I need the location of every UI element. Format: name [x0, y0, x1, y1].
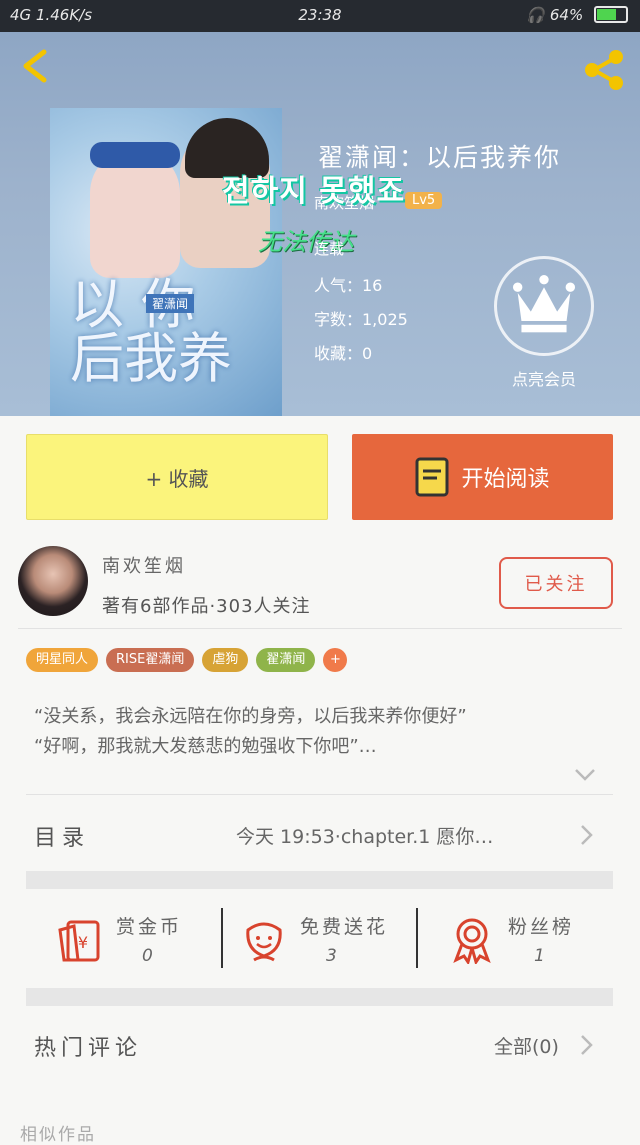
chevron-down-icon[interactable]	[574, 768, 596, 782]
book-header: 以 你 后我养 翟潇闻 翟潇闻：以后我养你 南欢笙烟 Lv5 전하지 못했죠 无…	[0, 32, 640, 416]
book-icon	[415, 457, 449, 497]
start-reading-button[interactable]: 开始阅读	[352, 434, 613, 520]
divider	[26, 794, 613, 795]
toc-label[interactable]: 目录	[34, 820, 90, 852]
start-reading-label: 开始阅读	[461, 467, 550, 492]
stat-divider	[221, 908, 223, 968]
medal-icon	[453, 918, 491, 964]
favorite-button[interactable]: + 收藏	[26, 434, 328, 520]
cover-bow	[90, 142, 180, 168]
free-flowers[interactable]: 免费送花 3	[240, 906, 410, 976]
divider	[18, 628, 622, 629]
tag-item[interactable]: 明星同人	[26, 648, 99, 672]
favorite-label: + 收藏	[145, 466, 209, 491]
overlay-korean-text: 전하지 못했죠	[222, 174, 406, 209]
vip-label[interactable]: 点亮会员	[486, 366, 602, 390]
latest-chapter[interactable]: 今天 19:53·chapter.1 愿你…	[236, 822, 493, 849]
stat-value: 3	[326, 946, 337, 966]
fan-ranking[interactable]: 粉丝榜 1	[448, 906, 608, 976]
stat-value: 0	[142, 946, 153, 966]
all-comments-link[interactable]: 全部(0)	[494, 1032, 559, 1059]
svg-text:¥: ¥	[78, 933, 88, 952]
stat-label: 粉丝榜	[508, 916, 575, 938]
reward-coins[interactable]: ¥ 赏金币 0	[56, 906, 216, 976]
section-separator	[26, 988, 613, 1006]
vip-button[interactable]	[494, 256, 594, 356]
tag-item[interactable]: 虐狗	[202, 648, 249, 672]
chevron-right-icon[interactable]	[580, 824, 594, 846]
level-badge: Lv5	[405, 192, 443, 209]
tag-list: 明星同人 RISE翟潇闻 虐狗 翟潇闻 +	[26, 648, 348, 672]
follow-label: 已关注	[524, 574, 588, 595]
stat-divider	[416, 908, 418, 968]
author-avatar[interactable]	[18, 546, 88, 616]
share-icon[interactable]	[582, 48, 626, 92]
author-name[interactable]: 南欢笙烟	[102, 552, 186, 578]
description-line: “好啊，那我就大发慈悲的勉强收下你吧”…	[34, 736, 377, 757]
flower-icon	[246, 922, 282, 962]
red-envelope-icon: ¥	[58, 920, 100, 962]
tag-item[interactable]: RISE翟潇闻	[106, 648, 195, 672]
battery-percent: 64%	[549, 6, 584, 24]
serial-status: 连载	[314, 240, 345, 258]
book-description: “没关系，我会永远陪在你的身旁，以后我来养你便好” “好啊，那我就大发慈悲的勉强…	[34, 702, 624, 762]
add-tag-button[interactable]: +	[323, 648, 348, 672]
word-count: 字数：1,025	[314, 310, 408, 329]
battery-icon	[594, 6, 628, 23]
author-info: 著有6部作品·303人关注	[102, 596, 311, 617]
back-icon[interactable]	[18, 48, 54, 84]
description-line: “没关系，我会永远陪在你的身旁，以后我来养你便好”	[34, 706, 467, 727]
follow-button[interactable]: 已关注	[499, 557, 613, 609]
similar-works-title: 相似作品	[20, 1125, 96, 1145]
chevron-right-icon[interactable]	[580, 1034, 594, 1056]
book-cover[interactable]: 以 你 后我养 翟潇闻	[50, 108, 282, 416]
battery-status: 🎧 64%	[526, 6, 628, 24]
status-bar: 4G 1.46K/s 23:38 🎧 64%	[0, 0, 640, 32]
stat-label: 赏金币	[116, 916, 183, 938]
tag-item[interactable]: 翟潇闻	[256, 648, 316, 672]
cover-tag: 翟潇闻	[146, 294, 195, 313]
section-separator	[26, 871, 613, 889]
headphone-icon: 🎧	[526, 6, 546, 24]
crown-icon	[512, 274, 576, 333]
hot-comments-title: 热门评论	[34, 1036, 143, 1061]
stat-label: 免费送花	[300, 916, 389, 938]
stat-value: 1	[534, 946, 545, 966]
favorite-count: 收藏：0	[314, 344, 373, 363]
popularity: 人气：16	[314, 276, 383, 295]
